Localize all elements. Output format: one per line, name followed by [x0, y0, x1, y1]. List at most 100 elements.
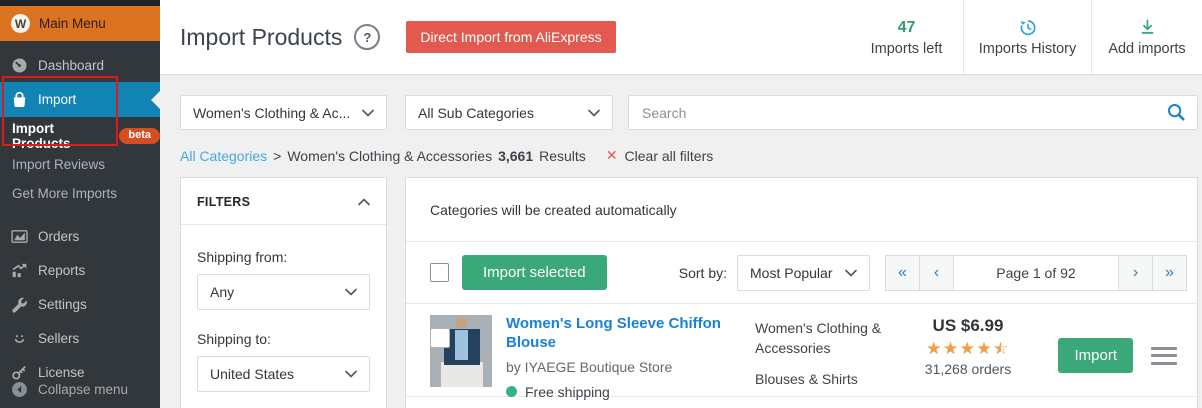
sidebar-item-import-products[interactable]: Import Products beta — [0, 120, 160, 151]
filters-panel: FILTERS Shipping from: Any Shipping to: … — [180, 177, 387, 408]
direct-import-aliexpress-button[interactable]: Direct Import from AliExpress — [406, 21, 616, 53]
chevron-down-icon — [588, 109, 600, 117]
sidebar-item-settings[interactable]: Settings — [0, 287, 160, 321]
sidebar-item-import[interactable]: Import — [0, 82, 160, 117]
product-price-block: US $6.99 ☆☆☆☆☆ ★★★★★ 31,268 orders — [903, 316, 1033, 377]
sidebar-item-reports[interactable]: Reports — [0, 253, 160, 287]
header-stats: 47 Imports left Imports History Add impo… — [850, 0, 1202, 74]
filter-controls: Women's Clothing & Ac... All Sub Categor… — [180, 95, 1198, 130]
results-toolbar: Import selected Sort by: Most Popular « … — [406, 242, 1197, 304]
import-reviews-label: Import Reviews — [12, 157, 106, 172]
shipping-from-select[interactable]: Any — [197, 274, 370, 310]
breadcrumb: All Categories > Women's Clothing & Acce… — [180, 147, 1182, 164]
add-imports-button[interactable]: Add imports — [1091, 0, 1202, 74]
product-category: Women's Clothing & Accessories — [755, 320, 882, 357]
chevron-down-icon — [845, 269, 857, 277]
imports-left-value: 47 — [897, 18, 916, 36]
breadcrumb-current: Women's Clothing & Accessories — [287, 147, 493, 164]
product-price: US $6.99 — [932, 316, 1004, 335]
import-label: Import — [38, 92, 77, 107]
page-title: Import Products — [180, 23, 343, 50]
search-icon[interactable] — [1166, 102, 1186, 122]
chevron-down-icon — [345, 370, 357, 378]
chevron-up-icon[interactable] — [358, 198, 370, 206]
sidebar-item-import-reviews[interactable]: Import Reviews — [0, 150, 160, 179]
breadcrumb-all-categories-link[interactable]: All Categories — [180, 148, 267, 164]
last-page-button[interactable]: » — [1152, 254, 1187, 291]
product-title-link[interactable]: Women's Long Sleeve Chiffon Blouse — [506, 315, 751, 353]
chevron-down-icon — [345, 288, 357, 296]
smiley-icon — [11, 330, 28, 347]
sidebar-item-collapse-menu[interactable]: Collapse menu — [0, 374, 171, 405]
shipping-from-label: Shipping from: — [197, 249, 288, 265]
download-icon — [1138, 18, 1157, 37]
sidebar-item-orders[interactable]: Orders — [0, 219, 160, 253]
clear-all-filters-button[interactable]: ✕ Clear all filters — [606, 147, 713, 164]
prev-page-button[interactable]: ‹ — [919, 254, 954, 291]
subcategory-select-value: All Sub Categories — [418, 104, 534, 121]
product-orders: 31,268 orders — [924, 361, 1012, 378]
chevron-down-icon — [362, 109, 374, 117]
search-field-wrap — [628, 95, 1198, 130]
category-select[interactable]: Women's Clothing & Ac... — [180, 95, 387, 130]
shipping-from-value: Any — [210, 284, 235, 300]
subcategory-select[interactable]: All Sub Categories — [405, 95, 613, 130]
filters-title: FILTERS — [197, 195, 251, 209]
breadcrumb-separator: > — [273, 147, 282, 164]
imports-history-button[interactable]: Imports History — [963, 0, 1091, 74]
page-indicator: Page 1 of 92 — [953, 254, 1119, 291]
clear-all-filters-label: Clear all filters — [624, 147, 714, 164]
imports-left-stat: 47 Imports left — [850, 0, 963, 74]
search-input[interactable] — [628, 95, 1198, 130]
results-label: Results — [539, 147, 586, 164]
results-count: 3,661 — [498, 147, 534, 164]
admin-sidebar: W Main Menu Dashboard Import Import Prod… — [0, 0, 160, 408]
shipping-to-select[interactable]: United States — [197, 356, 370, 392]
product-checkbox[interactable] — [430, 328, 450, 348]
help-icon[interactable]: ? — [354, 24, 381, 50]
sort-select-value: Most Popular — [750, 264, 833, 281]
next-page-button[interactable]: › — [1118, 254, 1153, 291]
star-rating: ☆☆☆☆☆ ★★★★★ — [926, 339, 1010, 359]
import-selected-button[interactable]: Import selected — [462, 255, 607, 290]
product-shipping: Free shipping — [506, 384, 751, 400]
get-more-imports-label: Get More Imports — [12, 186, 118, 201]
sellers-label: Sellers — [38, 330, 80, 346]
select-all-checkbox[interactable] — [430, 263, 449, 282]
settings-label: Settings — [38, 296, 87, 312]
product-seller: by IYAEGE Boutique Store — [506, 358, 673, 375]
free-shipping-dot-icon — [506, 386, 517, 397]
shipping-to-value: United States — [210, 366, 295, 382]
reports-chart-icon — [11, 262, 28, 279]
product-thumbnail[interactable] — [430, 315, 492, 387]
category-select-value: Women's Clothing & Ac... — [193, 104, 351, 121]
shipping-to-label: Shipping to: — [197, 331, 271, 347]
product-info: Women's Long Sleeve Chiffon Blouse by IY… — [506, 315, 751, 400]
shopping-bag-icon — [11, 91, 28, 108]
sidebar-item-sellers[interactable]: Sellers — [0, 321, 160, 355]
star-rating-fill: ★★★★★ — [926, 339, 1001, 358]
workspace: Women's Clothing & Ac... All Sub Categor… — [160, 75, 1202, 408]
add-imports-label: Add imports — [1108, 40, 1186, 57]
orders-label: Orders — [38, 228, 80, 244]
import-products-label: Import Products — [12, 120, 71, 151]
dashboard-label: Dashboard — [38, 57, 105, 73]
sidebar-group: Orders Reports Settings Sellers License — [0, 219, 160, 389]
clear-x-icon: ✕ — [605, 147, 618, 163]
main-menu-label: Main Menu — [39, 16, 106, 31]
dashboard-icon — [11, 57, 28, 74]
sidebar-item-main-menu[interactable]: W Main Menu — [0, 6, 160, 41]
product-import-button[interactable]: Import — [1058, 338, 1133, 373]
first-page-button[interactable]: « — [885, 254, 920, 291]
reports-label: Reports — [38, 262, 86, 278]
sort-select[interactable]: Most Popular — [737, 254, 870, 291]
sidebar-item-get-more-imports[interactable]: Get More Imports — [0, 179, 160, 208]
orders-chart-icon — [11, 228, 28, 245]
results-panel: Categories will be created automatically… — [405, 177, 1198, 408]
sidebar-item-dashboard[interactable]: Dashboard — [0, 48, 160, 82]
product-menu-icon[interactable] — [1151, 346, 1177, 365]
wrench-icon — [11, 296, 28, 313]
imports-left-label: Imports left — [870, 40, 943, 57]
categories-note-text: Categories will be created automatically — [430, 201, 677, 218]
product-categories: Women's Clothing & Accessories Blouses &… — [755, 318, 895, 389]
